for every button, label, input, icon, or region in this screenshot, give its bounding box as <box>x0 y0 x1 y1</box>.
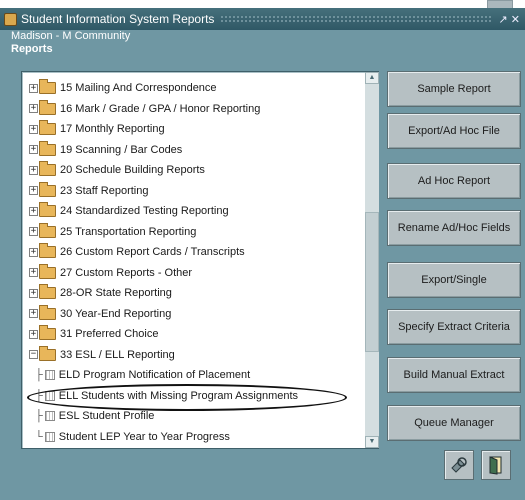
folder-icon <box>39 325 56 340</box>
tree-category-label: 23 Staff Reporting <box>60 184 149 197</box>
expand-toggle-icon[interactable]: + <box>29 247 38 257</box>
tree-category-item[interactable]: − 33 ESL / ELL Reporting <box>29 345 175 365</box>
tree-category-item[interactable]: +20 Schedule Building Reports <box>29 160 205 180</box>
tree-category-item[interactable]: +26 Custom Report Cards / Transcripts <box>29 242 245 262</box>
tree-category-item[interactable]: +31 Preferred Choice <box>29 324 158 344</box>
tree-connector: ├ <box>35 369 43 381</box>
settings-icon <box>451 457 467 473</box>
folder-icon <box>39 120 56 135</box>
tree-report-label: Student LEP Year to Year Progress <box>58 430 230 443</box>
folder-icon <box>39 140 56 156</box>
exit-door-icon <box>489 456 502 475</box>
tree-category-item[interactable]: +25 Transportation Reporting <box>29 222 196 242</box>
section-title: Reports <box>11 43 53 55</box>
adhoc-report-button[interactable]: Ad Hoc Report <box>387 163 521 199</box>
tree-category-label: 33 ESL / ELL Reporting <box>60 348 175 361</box>
folder-icon <box>39 263 56 279</box>
tree-category-item[interactable]: +16 Mark / Grade / GPA / Honor Reporting <box>29 99 260 119</box>
export-adhoc-file-button[interactable]: Export/Ad Hoc File <box>387 113 521 149</box>
expand-toggle-icon[interactable]: + <box>29 104 38 113</box>
scroll-up-arrow[interactable]: ▲ <box>365 72 379 84</box>
tree-category-item[interactable]: +24 Standardized Testing Reporting <box>29 201 229 221</box>
folder-icon <box>39 304 56 320</box>
folder-icon <box>39 161 56 176</box>
tree-category-item[interactable]: +30 Year-End Reporting <box>29 304 171 324</box>
tree-category-item[interactable]: +15 Mailing And Correspondence <box>29 78 217 98</box>
folder-icon <box>39 202 56 217</box>
tree-category-item[interactable]: +28-OR State Reporting <box>29 283 172 303</box>
tree-category-item[interactable]: +19 Scanning / Bar Codes <box>29 140 182 160</box>
folder-icon <box>39 243 56 258</box>
expand-toggle-icon[interactable]: + <box>29 288 38 298</box>
tree-category-label: 16 Mark / Grade / GPA / Honor Reporting <box>60 102 261 115</box>
tree-category-label: 26 Custom Report Cards / Transcripts <box>60 246 245 258</box>
expand-toggle-icon[interactable]: − <box>29 350 38 359</box>
tree-report-item[interactable]: ├ ELD Program Notification of Placement <box>35 365 250 385</box>
folder-icon <box>39 99 56 115</box>
expand-toggle-icon[interactable]: + <box>29 124 38 134</box>
tree-report-item[interactable]: └ Student LEP Year to Year Progress <box>35 427 230 447</box>
report-document-icon <box>44 370 55 380</box>
scroll-down-arrow[interactable]: ▼ <box>365 436 379 448</box>
sample-report-button[interactable]: Sample Report <box>387 71 521 107</box>
tree-category-label: 20 Schedule Building Reports <box>60 164 205 176</box>
folder-icon <box>39 284 56 299</box>
export-single-button[interactable]: Export/Single <box>387 262 521 298</box>
folder-icon <box>39 222 56 238</box>
settings-button[interactable] <box>444 450 474 480</box>
expand-toggle-icon[interactable]: + <box>29 329 38 339</box>
highlight-annotation-oval <box>27 384 347 411</box>
queue-manager-button[interactable]: Queue Manager <box>387 405 521 441</box>
exit-button[interactable] <box>481 450 511 480</box>
build-manual-extract-button[interactable]: Build Manual Extract <box>387 357 521 393</box>
tree-category-label: 25 Transportation Reporting <box>60 225 197 238</box>
org-name: Madison - M Community <box>11 30 131 42</box>
folder-icon <box>39 345 56 361</box>
expand-toggle-icon[interactable]: + <box>29 145 38 154</box>
tree-category-label: 30 Year-End Reporting <box>60 307 172 320</box>
window-title: Student Information System Reports <box>21 12 215 26</box>
tree-category-label: 24 Standardized Testing Reporting <box>60 205 229 217</box>
expand-toggle-icon[interactable]: + <box>29 186 38 195</box>
tree-category-label: 28-OR State Reporting <box>60 287 172 299</box>
expand-toggle-icon[interactable]: + <box>29 206 38 216</box>
report-document-icon <box>44 411 55 421</box>
tree-category-item[interactable]: +17 Monthly Reporting <box>29 119 165 139</box>
specify-extract-criteria-button[interactable]: Specify Extract Criteria <box>387 309 521 345</box>
scroll-thumb[interactable] <box>365 212 379 352</box>
expand-toggle-icon[interactable]: + <box>29 309 38 318</box>
expand-toggle-icon[interactable]: + <box>29 165 38 175</box>
report-document-icon <box>44 431 55 442</box>
tree-category-label: 15 Mailing And Correspondence <box>60 82 217 94</box>
tree-connector: └ <box>35 430 43 443</box>
expand-toggle-icon[interactable]: + <box>29 227 38 236</box>
tree-category-label: 27 Custom Reports - Other <box>60 266 193 279</box>
window-controls[interactable]: ↗ ✕ <box>499 13 521 26</box>
tree-category-item[interactable]: +23 Staff Reporting <box>29 181 148 201</box>
tree-category-label: 31 Preferred Choice <box>60 328 159 340</box>
rename-adhoc-fields-button[interactable]: Rename Ad/Hoc Fields <box>387 210 521 246</box>
tree-connector: ├ <box>35 410 43 422</box>
folder-icon <box>39 79 56 94</box>
tree-category-label: 19 Scanning / Bar Codes <box>60 143 183 156</box>
title-bar-texture <box>220 14 493 24</box>
tree-category-label: 17 Monthly Reporting <box>60 123 165 135</box>
expand-toggle-icon[interactable]: + <box>29 83 38 93</box>
title-bar: Student Information System Reports ↗ ✕ <box>0 8 525 30</box>
folder-icon <box>39 181 56 197</box>
app-icon <box>4 12 17 26</box>
tree-scrollbar[interactable]: ▲ ▼ <box>365 72 379 448</box>
tree-category-item[interactable]: +27 Custom Reports - Other <box>29 263 192 283</box>
tree-report-label: ESL Student Profile <box>58 410 155 422</box>
expand-toggle-icon[interactable]: + <box>29 268 38 277</box>
tree-report-label: ELD Program Notification of Placement <box>58 369 251 381</box>
